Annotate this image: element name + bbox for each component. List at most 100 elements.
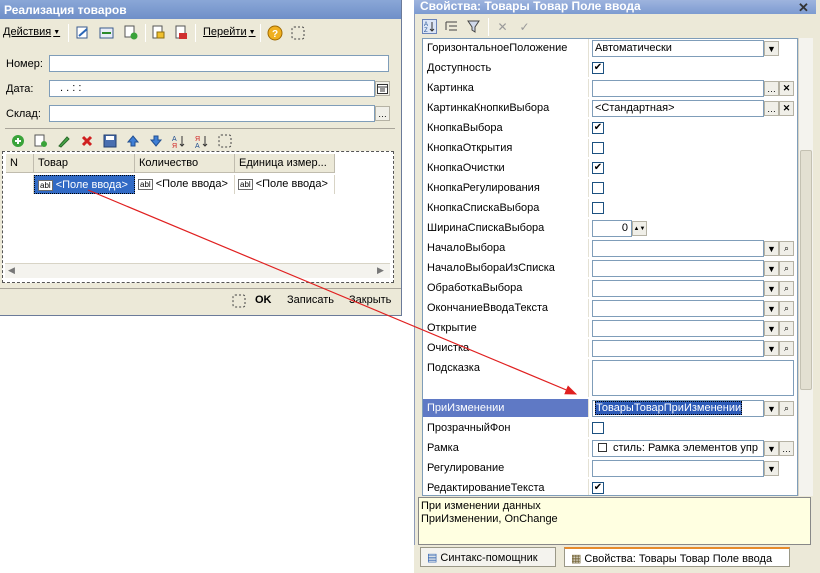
- ellipsis-icon[interactable]: …: [779, 441, 794, 456]
- choose-button[interactable]: …: [375, 106, 390, 121]
- property-row[interactable]: РедактированиеТекста ✔: [423, 479, 797, 495]
- table-cell-n[interactable]: [6, 175, 34, 194]
- property-row[interactable]: ШиринаСпискаВыбора 0 ▲▼: [423, 219, 797, 237]
- picture-field[interactable]: <Стандартная>: [592, 100, 764, 117]
- checkbox[interactable]: ✔: [592, 62, 604, 74]
- ellipsis-icon[interactable]: …: [764, 101, 779, 116]
- table-cell-product[interactable]: abl <Поле ввода>: [34, 175, 135, 194]
- scroll-thumb[interactable]: [800, 150, 812, 390]
- spin-icon[interactable]: ▲▼: [632, 221, 647, 236]
- dropdown-arrow-icon[interactable]: ▼: [764, 441, 779, 456]
- sort-desc-icon[interactable]: ЯA: [194, 133, 210, 149]
- magnifier-icon[interactable]: ⌕: [779, 241, 794, 256]
- ok-button[interactable]: OK: [255, 294, 272, 306]
- checkbox[interactable]: [592, 202, 604, 214]
- clear-icon[interactable]: ✕: [779, 101, 794, 116]
- property-row[interactable]: КнопкаРегулирования: [423, 179, 797, 197]
- form-icon[interactable]: [98, 24, 115, 41]
- save-row-icon[interactable]: [102, 133, 118, 149]
- move-up-icon[interactable]: [125, 133, 141, 149]
- property-row[interactable]: КнопкаСпискаВыбора: [423, 199, 797, 217]
- checkbox[interactable]: ✔: [592, 162, 604, 174]
- property-row[interactable]: Доступность ✔: [423, 59, 797, 77]
- column-header-unit[interactable]: Единица измер...: [235, 154, 335, 173]
- magnifier-icon[interactable]: ⌕: [779, 401, 794, 416]
- apply-icon[interactable]: ✓: [516, 18, 533, 35]
- tab-properties[interactable]: ▦ Свойства: Товары Товар Поле ввода: [564, 547, 790, 567]
- magnifier-icon[interactable]: ⌕: [779, 341, 794, 356]
- dashed-select-icon[interactable]: [217, 133, 233, 149]
- property-row[interactable]: ОкончаниеВводаТекста ▼ ⌕: [423, 299, 797, 317]
- property-row[interactable]: Рамка стиль: Рамка элементов упр ▼…: [423, 439, 797, 457]
- clear-icon[interactable]: ✕: [779, 81, 794, 96]
- structure-icon[interactable]: [150, 24, 167, 41]
- dropdown-arrow-icon[interactable]: ▼: [764, 301, 779, 316]
- move-down-icon[interactable]: [148, 133, 164, 149]
- number-field[interactable]: [49, 55, 389, 72]
- dropdown-arrow-icon[interactable]: ▼: [764, 341, 779, 356]
- dropdown-arrow-icon[interactable]: ▼: [764, 41, 779, 56]
- property-row[interactable]: КнопкаОткрытия: [423, 139, 797, 157]
- handler-field[interactable]: [592, 260, 764, 277]
- combo-field[interactable]: [592, 460, 764, 477]
- dashed-select-icon[interactable]: [289, 24, 306, 41]
- checkbox[interactable]: ✔: [592, 122, 604, 134]
- property-row[interactable]: КнопкаОчистки ✔: [423, 159, 797, 177]
- checkbox[interactable]: [592, 422, 604, 434]
- property-row[interactable]: Очистка ▼ ⌕: [423, 339, 797, 357]
- dropdown-arrow-icon[interactable]: ▼: [764, 461, 779, 476]
- property-row[interactable]: Регулирование ▼: [423, 459, 797, 477]
- add-row-icon[interactable]: [10, 133, 26, 149]
- picture-field[interactable]: [592, 80, 764, 97]
- property-row[interactable]: ГоризонтальноеПоложение Автоматически ▼: [423, 39, 797, 59]
- property-row[interactable]: Открытие ▼ ⌕: [423, 319, 797, 337]
- copy-row-icon[interactable]: [33, 133, 49, 149]
- handler-field[interactable]: ТоварыТоварПриИзменении: [592, 400, 764, 417]
- help-icon[interactable]: ?: [266, 24, 283, 41]
- combo-field[interactable]: Автоматически: [592, 40, 764, 57]
- dropdown-arrow-icon[interactable]: ▼: [764, 321, 779, 336]
- property-row[interactable]: Картинка … ✕: [423, 79, 797, 97]
- property-row[interactable]: КартинкаКнопкиВыбора <Стандартная>… ✕: [423, 99, 797, 117]
- print-icon[interactable]: [173, 24, 190, 41]
- dashed-select-icon[interactable]: [230, 292, 247, 309]
- save-button[interactable]: Записать: [287, 294, 334, 306]
- properties-list[interactable]: ГоризонтальноеПоложение Автоматически ▼ Дос…: [422, 38, 798, 496]
- dropdown-arrow-icon[interactable]: ▼: [764, 261, 779, 276]
- scroll-right-icon[interactable]: ▶: [377, 265, 384, 276]
- handler-field[interactable]: [592, 340, 764, 357]
- handler-field[interactable]: [592, 280, 764, 297]
- property-row[interactable]: НачалоВыбораИзСписка ▼ ⌕: [423, 259, 797, 277]
- tab-syntax-helper[interactable]: ▤ Синтакс-помощник: [420, 547, 556, 567]
- calendar-icon[interactable]: [375, 81, 390, 96]
- close-icon[interactable]: ✕: [798, 0, 809, 16]
- property-row[interactable]: НачалоВыбора ▼ ⌕: [423, 239, 797, 257]
- copy-doc-icon[interactable]: [122, 24, 139, 41]
- sort-asc-icon[interactable]: AЯ: [171, 133, 187, 149]
- column-header-n[interactable]: N: [6, 154, 34, 173]
- magnifier-icon[interactable]: ⌕: [779, 281, 794, 296]
- edit-row-icon[interactable]: [56, 133, 72, 149]
- property-row[interactable]: КнопкаВыбора ✔: [423, 119, 797, 137]
- goto-menu[interactable]: Перейти ▼: [203, 26, 256, 41]
- post-document-icon[interactable]: [74, 24, 91, 41]
- table-cell-unit[interactable]: abl <Поле ввода>: [235, 175, 335, 194]
- sort-alpha-icon[interactable]: AZ: [421, 18, 438, 35]
- table-cell-quantity[interactable]: abl <Поле ввода>: [135, 175, 235, 194]
- warehouse-field[interactable]: [49, 105, 375, 122]
- property-row[interactable]: ПриИзменении ТоварыТоварПриИзменении ▼ ⌕: [423, 399, 797, 417]
- column-header-product[interactable]: Товар: [34, 154, 135, 173]
- filter-icon[interactable]: [465, 18, 482, 35]
- close-button[interactable]: Закрыть: [349, 294, 391, 306]
- handler-field[interactable]: [592, 240, 764, 257]
- actions-menu[interactable]: Действия ▼: [3, 26, 60, 41]
- scroll-left-icon[interactable]: ◀: [8, 265, 15, 276]
- checkbox[interactable]: ✔: [592, 482, 604, 494]
- handler-field[interactable]: [592, 300, 764, 317]
- delete-row-icon[interactable]: [79, 133, 95, 149]
- horizontal-scrollbar[interactable]: ◀ ▶: [5, 263, 390, 278]
- dropdown-arrow-icon[interactable]: ▼: [764, 241, 779, 256]
- property-row[interactable]: ОбработкаВыбора ▼ ⌕: [423, 279, 797, 297]
- dropdown-arrow-icon[interactable]: ▼: [764, 401, 779, 416]
- tooltip-text-area[interactable]: [592, 360, 794, 396]
